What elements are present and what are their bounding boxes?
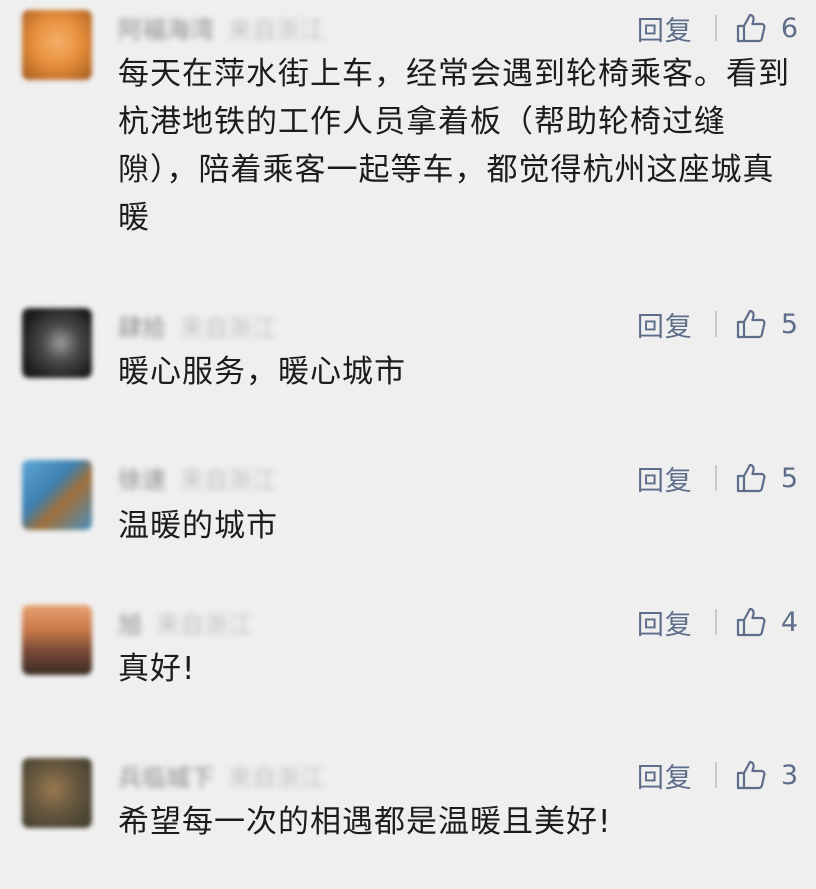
nickname[interactable]: 肆拾 [118, 308, 166, 343]
comment-meta: 徐速 来自浙江 [118, 460, 276, 495]
comment-actions: 回复 3 [637, 755, 798, 795]
comment-text: 暖心服务，暖心城市 [118, 354, 406, 390]
location-label: 来自浙江 [228, 15, 324, 44]
avatar[interactable] [22, 10, 92, 80]
comment-actions: 回复 4 [637, 602, 798, 642]
thumbs-up-icon[interactable] [735, 12, 767, 44]
divider [714, 609, 717, 635]
comment-meta: 旭 来自浙江 [118, 605, 252, 640]
comment-actions: 回复 5 [637, 458, 798, 498]
reply-button[interactable]: 回复 [637, 756, 693, 795]
reply-button[interactable]: 回复 [637, 305, 693, 344]
comment-text: 每天在萍水街上车，经常会遇到轮椅乘客。看到杭港地铁的工作人员拿着板（帮助轮椅过缝… [118, 56, 790, 236]
avatar[interactable] [22, 758, 92, 828]
like-count: 3 [780, 759, 798, 791]
location-label: 来自浙江 [180, 313, 276, 342]
location-label: 来自浙江 [156, 610, 252, 639]
comment-actions: 回复 6 [637, 8, 798, 48]
reply-button[interactable]: 回复 [637, 603, 693, 642]
comment-text: 温暖的城市 [118, 508, 278, 544]
nickname[interactable]: 徐速 [118, 460, 166, 495]
like-count: 6 [780, 12, 798, 44]
comment-meta: 兵临城下 来自浙江 [118, 758, 324, 793]
divider [714, 762, 717, 788]
nickname[interactable]: 旭 [118, 605, 142, 640]
comment-meta: 阿福海湾 来自浙江 [118, 10, 324, 45]
location-label: 来自浙江 [180, 465, 276, 494]
thumbs-up-icon[interactable] [735, 462, 767, 494]
reply-button[interactable]: 回复 [637, 9, 693, 48]
like-count: 4 [780, 606, 798, 638]
reply-button[interactable]: 回复 [637, 459, 693, 498]
thumbs-up-icon[interactable] [735, 606, 767, 638]
nickname[interactable]: 兵临城下 [118, 758, 214, 793]
divider [714, 465, 717, 491]
avatar[interactable] [22, 460, 92, 530]
nickname[interactable]: 阿福海湾 [118, 10, 214, 45]
divider [714, 311, 717, 337]
divider [714, 15, 717, 41]
comment-text: 希望每一次的相遇都是温暖且美好! [118, 804, 612, 840]
thumbs-up-icon[interactable] [735, 759, 767, 791]
thumbs-up-icon[interactable] [735, 308, 767, 340]
like-count: 5 [780, 308, 798, 340]
comment-actions: 回复 5 [637, 304, 798, 344]
comment-text: 真好! [118, 651, 196, 687]
comment-meta: 肆拾 来自浙江 [118, 308, 276, 343]
like-count: 5 [780, 462, 798, 494]
avatar[interactable] [22, 308, 92, 378]
avatar[interactable] [22, 605, 92, 675]
location-label: 来自浙江 [228, 763, 324, 792]
